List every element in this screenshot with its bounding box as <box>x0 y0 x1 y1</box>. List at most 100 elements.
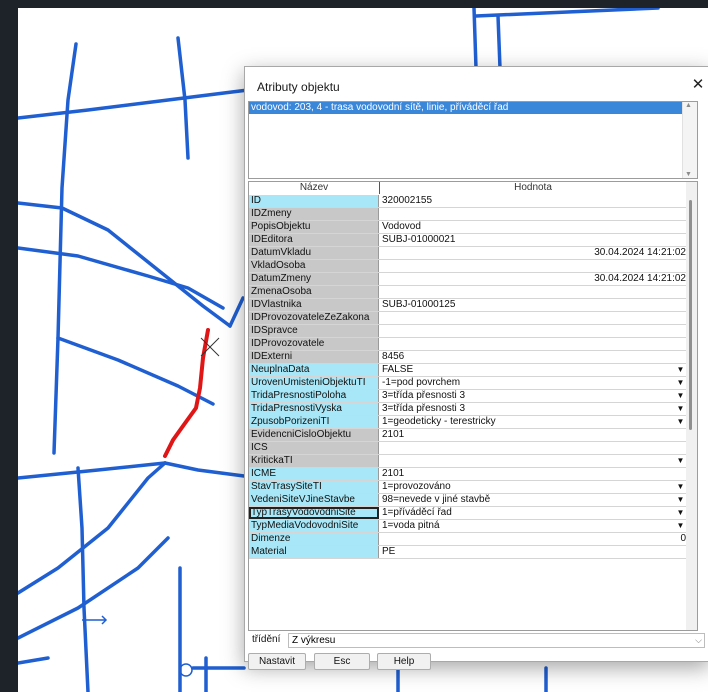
attribute-row[interactable]: UrovenUmisteniObjektuTI -1=pod povrchem ▼ <box>249 377 697 390</box>
attribute-value[interactable] <box>380 455 686 467</box>
dropdown-arrow-icon[interactable]: ▼ <box>676 508 685 518</box>
column-header-name[interactable]: Název <box>249 182 380 194</box>
attribute-name[interactable]: IDEditora <box>249 234 379 246</box>
attribute-row[interactable]: IDExterni 8456 <box>249 351 697 364</box>
attribute-name[interactable]: NeuplnaData <box>249 364 379 376</box>
close-icon[interactable]: ✕ <box>687 73 708 97</box>
attribute-row[interactable]: ID 320002155 <box>249 195 697 208</box>
column-header-value[interactable]: Hodnota <box>380 182 686 194</box>
attribute-name[interactable]: ID <box>249 195 379 207</box>
dropdown-arrow-icon[interactable]: ▼ <box>676 417 685 427</box>
attribute-name[interactable]: KritickaTI <box>249 455 379 467</box>
attribute-name[interactable]: TypMediaVodovodniSite <box>249 520 379 532</box>
attribute-row[interactable]: ICME 2101 <box>249 468 697 481</box>
dropdown-arrow-icon[interactable]: ▼ <box>676 378 685 388</box>
attribute-row[interactable]: TridaPresnostiPoloha 3=třída přesnosti 3 ▼ <box>249 390 697 403</box>
attribute-value[interactable] <box>380 208 686 220</box>
attribute-name[interactable]: Material <box>249 546 379 558</box>
attribute-value[interactable]: Vodovod <box>380 221 686 233</box>
attribute-value[interactable] <box>380 338 686 350</box>
attribute-value[interactable] <box>380 325 686 337</box>
attribute-name[interactable]: DatumZmeny <box>249 273 379 285</box>
dropdown-arrow-icon[interactable]: ▼ <box>676 482 685 492</box>
attribute-row[interactable]: EvidencniCisloObjektu 2101 <box>249 429 697 442</box>
attribute-value[interactable]: 8456 <box>380 351 686 363</box>
attribute-name[interactable]: EvidencniCisloObjektu <box>249 429 379 441</box>
attribute-name[interactable]: PopisObjektu <box>249 221 379 233</box>
attribute-value[interactable]: 0 <box>380 533 688 545</box>
attribute-value[interactable] <box>380 312 686 324</box>
attribute-value[interactable]: 98=nevede v jiné stavbě <box>380 494 686 506</box>
selected-object-item[interactable]: vodovod: 203, 4 - trasa vodovodní sítě, … <box>249 102 683 114</box>
attribute-row[interactable]: ZmenaOsoba <box>249 286 697 299</box>
attribute-value[interactable]: 1=provozováno <box>380 481 686 493</box>
attribute-value[interactable]: 2101 <box>380 468 686 480</box>
attribute-row[interactable]: VkladOsoba <box>249 260 697 273</box>
attribute-name[interactable]: TridaPresnostiPoloha <box>249 390 379 402</box>
attribute-name[interactable]: IDVlastnika <box>249 299 379 311</box>
grid-scrollbar[interactable] <box>686 182 697 630</box>
attribute-value[interactable]: 1=voda pitná <box>380 520 686 532</box>
attribute-row[interactable]: ZpusobPorizeniTI 1=geodeticky - terestric… <box>249 416 697 429</box>
attribute-value[interactable]: 3=třída přesnosti 3 <box>380 390 686 402</box>
dropdown-arrow-icon[interactable]: ▼ <box>676 521 685 531</box>
attribute-value[interactable]: 2101 <box>380 429 686 441</box>
dropdown-arrow-icon[interactable]: ▼ <box>676 391 685 401</box>
sort-select[interactable]: Z výkresu ⌵ <box>288 633 705 648</box>
attribute-name[interactable]: ZpusobPorizeniTI <box>249 416 379 428</box>
attribute-value[interactable]: SUBJ-01000125 <box>380 299 686 311</box>
attribute-row[interactable]: Dimenze 0 <box>249 533 697 546</box>
attribute-value[interactable]: 30.04.2024 14:21:02 <box>380 247 688 259</box>
set-button[interactable]: Nastavit <box>248 653 306 670</box>
esc-button[interactable]: Esc <box>314 653 370 670</box>
attribute-row[interactable]: PopisObjektu Vodovod <box>249 221 697 234</box>
attribute-name[interactable]: IDSpravce <box>249 325 379 337</box>
attribute-name[interactable]: VkladOsoba <box>249 260 379 272</box>
attribute-name[interactable]: TypTrasyVodovodniSite <box>249 507 379 519</box>
attribute-row[interactable]: IDProvozovateleZeZakona <box>249 312 697 325</box>
attribute-value[interactable]: SUBJ-01000021 <box>380 234 686 246</box>
attribute-row[interactable]: IDVlastnika SUBJ-01000125 <box>249 299 697 312</box>
attribute-value[interactable]: PE <box>380 546 686 558</box>
attribute-name[interactable]: UrovenUmisteniObjektuTI <box>249 377 379 389</box>
attribute-row[interactable]: IDZmeny <box>249 208 697 221</box>
attribute-name[interactable]: DatumVkladu <box>249 247 379 259</box>
dropdown-arrow-icon[interactable]: ▼ <box>676 495 685 505</box>
attribute-row[interactable]: StavTrasySiteTI 1=provozováno ▼ <box>249 481 697 494</box>
attribute-value[interactable]: FALSE <box>380 364 686 376</box>
scrollbar-thumb[interactable] <box>689 200 692 430</box>
attribute-name[interactable]: StavTrasySiteTI <box>249 481 379 493</box>
attribute-row[interactable]: KritickaTI ▼ <box>249 455 697 468</box>
attribute-row[interactable]: DatumZmeny 30.04.2024 14:21:02 <box>249 273 697 286</box>
attribute-name[interactable]: TridaPresnostiVyska <box>249 403 379 415</box>
list-scrollbar[interactable]: ▲ ▼ <box>682 102 697 178</box>
attribute-row[interactable]: IDEditora SUBJ-01000021 <box>249 234 697 247</box>
dropdown-arrow-icon[interactable]: ▼ <box>676 404 685 414</box>
attribute-name[interactable]: ZmenaOsoba <box>249 286 379 298</box>
attribute-name[interactable]: IDZmeny <box>249 208 379 220</box>
attribute-value[interactable] <box>380 286 686 298</box>
attribute-row[interactable]: TypTrasyVodovodniSite 1=příváděcí řad ▼ <box>249 507 697 520</box>
attribute-name[interactable]: Dimenze <box>249 533 379 545</box>
attribute-row[interactable]: IDSpravce <box>249 325 697 338</box>
attribute-row[interactable]: Material PE <box>249 546 697 559</box>
attribute-value[interactable] <box>380 442 686 454</box>
attribute-row[interactable]: ICS <box>249 442 697 455</box>
selected-objects-list[interactable]: vodovod: 203, 4 - trasa vodovodní sítě, … <box>248 101 698 179</box>
attribute-row[interactable]: DatumVkladu 30.04.2024 14:21:02 <box>249 247 697 260</box>
scroll-down-icon[interactable]: ▼ <box>685 171 692 178</box>
attribute-name[interactable]: ICS <box>249 442 379 454</box>
attribute-value[interactable]: 30.04.2024 14:21:02 <box>380 273 688 285</box>
attribute-value[interactable]: -1=pod povrchem <box>380 377 686 389</box>
attribute-row[interactable]: IDProvozovatele <box>249 338 697 351</box>
attribute-value[interactable]: 1=příváděcí řad <box>380 507 686 519</box>
attribute-row[interactable]: TypMediaVodovodniSite 1=voda pitná ▼ <box>249 520 697 533</box>
attribute-row[interactable]: NeuplnaData FALSE ▼ <box>249 364 697 377</box>
dropdown-arrow-icon[interactable]: ▼ <box>676 456 685 466</box>
attribute-name[interactable]: IDExterni <box>249 351 379 363</box>
attribute-value[interactable] <box>380 260 686 272</box>
dropdown-arrow-icon[interactable]: ▼ <box>676 365 685 375</box>
attribute-value[interactable]: 3=třída přesnosti 3 <box>380 403 686 415</box>
help-button[interactable]: Help <box>377 653 431 670</box>
scroll-up-icon[interactable]: ▲ <box>685 102 692 109</box>
